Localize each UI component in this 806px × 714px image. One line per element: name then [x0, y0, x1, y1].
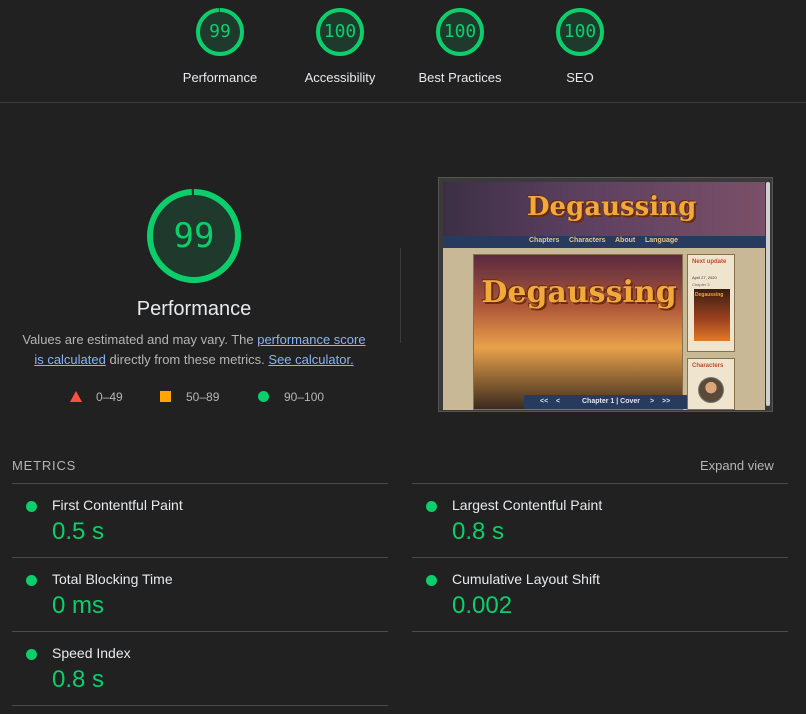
nav-item: Language	[645, 237, 679, 244]
divider	[12, 557, 388, 558]
site-header: Degaussing	[443, 182, 765, 240]
pass-icon	[26, 649, 37, 660]
metric-total-blocking-time: Total Blocking Time 0 ms	[12, 559, 372, 631]
gauge-score: 100	[563, 21, 597, 42]
divider	[12, 483, 388, 484]
gauge-best-practices[interactable]: 100 Best Practices	[410, 6, 510, 85]
pass-icon	[26, 575, 37, 586]
divider	[412, 483, 788, 484]
metric-value: 0.002	[452, 592, 513, 619]
prev-page-icon: <	[556, 398, 561, 405]
gauge-score: 100	[323, 21, 357, 42]
metric-speed-index: Speed Index 0.8 s	[12, 633, 372, 705]
site-nav: Chapters Characters About Language	[443, 236, 765, 248]
last-page-icon: >>	[662, 398, 671, 405]
gauge-performance[interactable]: 99 Performance	[170, 6, 270, 85]
nav-item: About	[615, 237, 636, 244]
metric-cumulative-layout-shift: Cumulative Layout Shift 0.002	[412, 559, 772, 631]
pass-icon	[426, 501, 437, 512]
metric-value: 0.8 s	[52, 666, 105, 693]
legend-range: 0–49	[96, 390, 123, 404]
metric-name: Cumulative Layout Shift	[452, 571, 600, 587]
gauge-label: Performance	[182, 70, 258, 85]
gauge-label: Best Practices	[418, 70, 502, 85]
performance-description: Values are estimated and may vary. The p…	[22, 330, 366, 370]
final-screenshot[interactable]: Degaussing Chapters Characters About Lan…	[438, 177, 773, 412]
mini-logo: Degaussing	[695, 292, 724, 298]
next-update-chapter: Chapter 3	[692, 282, 710, 287]
metric-name: Total Blocking Time	[52, 571, 173, 587]
avatar	[698, 377, 724, 403]
site-body: Degaussing << < Chapter 1 | Cover > >> N…	[443, 248, 765, 410]
scrollbar	[766, 182, 770, 406]
metric-first-contentful-paint: First Contentful Paint 0.5 s	[12, 485, 372, 557]
performance-score: 99	[173, 216, 215, 256]
metrics-heading: METRICS	[12, 458, 77, 473]
cover-logo: Degaussing	[481, 275, 677, 310]
metric-largest-contentful-paint: Largest Contentful Paint 0.8 s	[412, 485, 772, 557]
pass-icon	[26, 501, 37, 512]
gauge-score: 100	[443, 21, 477, 42]
comic-cover: Degaussing << < Chapter 1 | Cover > >>	[473, 254, 688, 410]
metric-value: 0.5 s	[52, 518, 105, 545]
metric-name: Speed Index	[52, 645, 131, 661]
nav-item: Chapters	[529, 237, 560, 244]
lighthouse-report: 99 Performance 100 Accessibility 100 Bes…	[0, 0, 806, 714]
divider	[412, 557, 788, 558]
next-update-date: April 27, 2020	[692, 275, 717, 280]
divider	[400, 248, 401, 343]
next-update-panel: Next update April 27, 2020 Chapter 3 Deg…	[687, 254, 735, 352]
metric-value: 0 ms	[52, 592, 105, 619]
first-page-icon: <<	[540, 398, 549, 405]
description-text: directly from these metrics.	[105, 352, 269, 367]
next-page-icon: >	[650, 398, 655, 405]
pass-icon	[426, 575, 437, 586]
comic-pager: << < Chapter 1 | Cover > >>	[524, 395, 688, 409]
metric-name: First Contentful Paint	[52, 497, 183, 513]
gauge-label: Accessibility	[304, 70, 376, 85]
metric-name: Largest Contentful Paint	[452, 497, 603, 513]
legend-range: 50–89	[186, 390, 220, 404]
see-calculator-link[interactable]: See calculator.	[268, 352, 353, 367]
characters-panel: Characters	[687, 358, 735, 410]
description-text: Values are estimated and may vary. The	[22, 332, 258, 347]
pager-label: Chapter 1 | Cover	[582, 398, 640, 405]
legend-range: 90–100	[284, 390, 325, 404]
nav-item: Characters	[569, 237, 606, 244]
next-update-cover: Degaussing	[694, 289, 730, 341]
square-icon	[160, 391, 171, 402]
characters-title: Characters	[692, 363, 724, 369]
next-update-title: Next update	[692, 259, 727, 265]
gauge-accessibility[interactable]: 100 Accessibility	[290, 6, 390, 85]
divider	[12, 631, 388, 632]
divider	[412, 631, 788, 632]
triangle-icon	[70, 391, 82, 402]
gauge-label: SEO	[566, 70, 594, 85]
gauge-score: 99	[209, 21, 231, 42]
expand-view-button[interactable]: Expand view	[700, 458, 774, 473]
category-summary: 99 Performance 100 Accessibility 100 Bes…	[0, 0, 806, 103]
circle-icon	[258, 391, 269, 402]
site-logo: Degaussing	[527, 192, 697, 222]
metric-value: 0.8 s	[452, 518, 505, 545]
gauge-seo[interactable]: 100 SEO	[530, 6, 630, 85]
divider	[12, 705, 388, 706]
performance-title: Performance	[136, 298, 252, 320]
